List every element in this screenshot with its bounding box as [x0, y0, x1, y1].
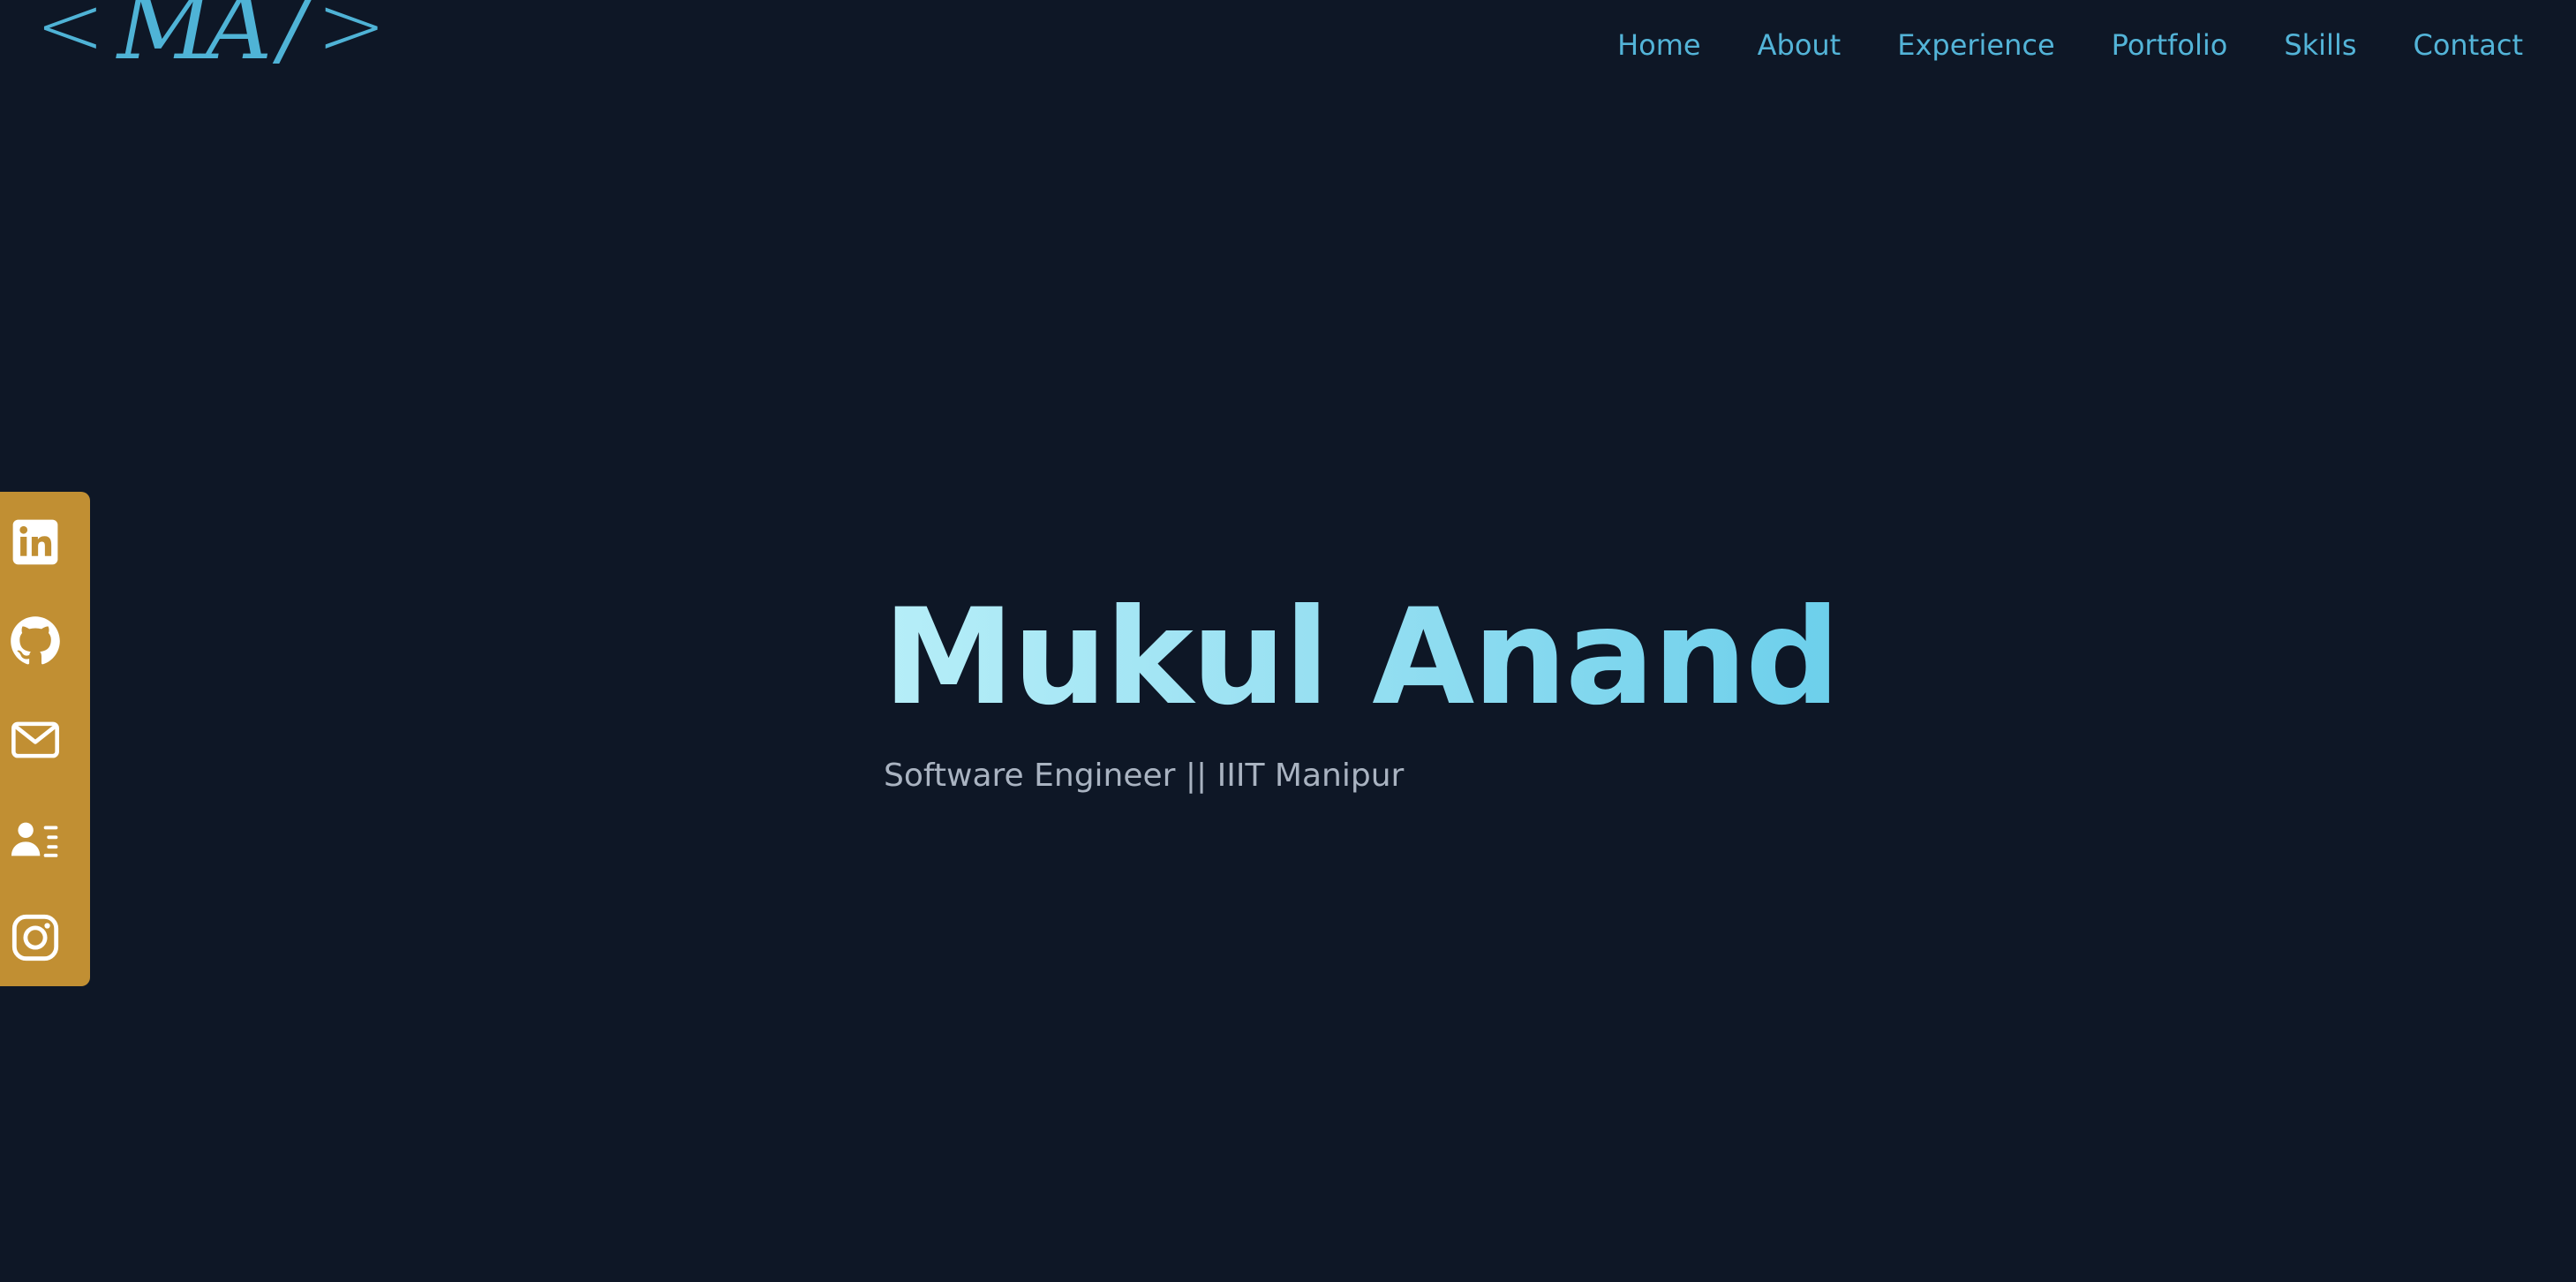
instagram-link[interactable]	[9, 911, 62, 964]
hero-name: Mukul Anand	[883, 581, 1840, 735]
resume-link[interactable]	[9, 812, 62, 865]
nav-contact[interactable]: Contact	[2414, 26, 2524, 64]
linkedin-link[interactable]	[9, 516, 62, 569]
logo-initials: MA	[117, 0, 273, 80]
logo-close-bracket: >	[316, 0, 387, 74]
hero-subtitle: Software Engineer || IIIT Manipur	[884, 758, 1405, 794]
logo-slash: /	[279, 0, 308, 76]
email-link[interactable]	[9, 713, 62, 766]
nav-portfolio[interactable]: Portfolio	[2112, 26, 2228, 64]
github-link[interactable]	[9, 615, 62, 667]
linkedin-icon	[12, 519, 58, 565]
nav-about[interactable]: About	[1758, 26, 1842, 64]
logo-open-bracket: <	[35, 0, 105, 74]
nav-skills[interactable]: Skills	[2284, 26, 2356, 64]
page: < MA / > Home About Experience Portfolio…	[0, 0, 2576, 1282]
resume-icon	[11, 822, 58, 857]
social-sidebar	[0, 492, 90, 986]
mail-icon	[11, 721, 59, 758]
main-nav: Home About Experience Portfolio Skills C…	[1561, 26, 2523, 64]
site-logo[interactable]: < MA / >	[35, 0, 386, 72]
nav-home[interactable]: Home	[1617, 26, 1701, 64]
github-icon	[11, 616, 60, 665]
nav-experience[interactable]: Experience	[1897, 26, 2054, 64]
instagram-icon	[11, 914, 59, 962]
